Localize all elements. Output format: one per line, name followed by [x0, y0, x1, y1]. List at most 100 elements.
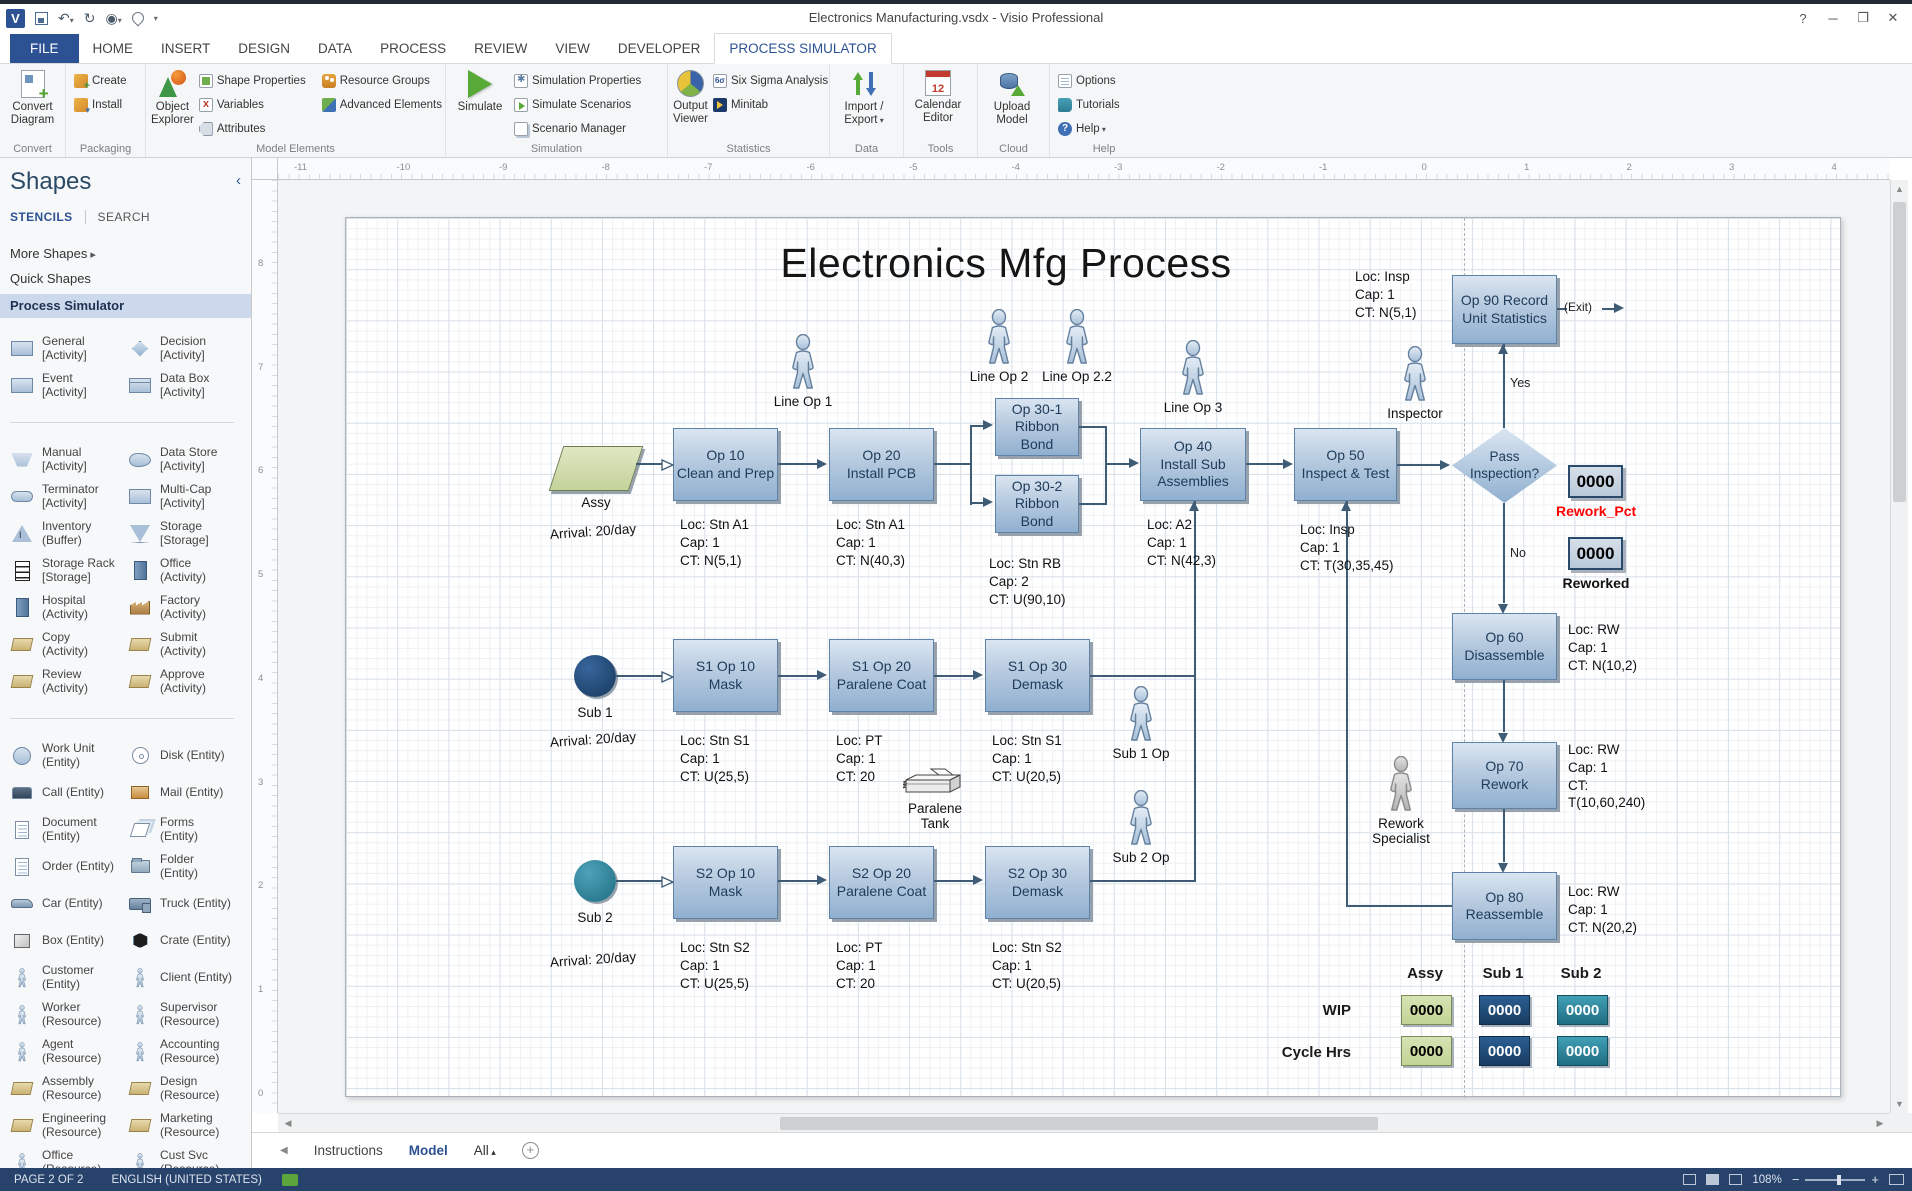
- calendar-editor-button[interactable]: 12 Calendar Editor: [909, 68, 967, 125]
- process-box-op40[interactable]: Op 40 Install Sub Assemblies: [1140, 428, 1246, 501]
- vertical-scrollbar[interactable]: ▲ ▼: [1890, 180, 1908, 1113]
- scroll-left-icon[interactable]: ◀: [282, 1118, 294, 1129]
- shape-properties-button[interactable]: Shape Properties: [196, 72, 309, 90]
- process-box-op50[interactable]: Op 50 Inspect & Test: [1294, 428, 1397, 501]
- process-box-op90[interactable]: Op 90 Record Unit Statistics: [1452, 275, 1557, 344]
- process-box-op70[interactable]: Op 70 Rework: [1452, 742, 1557, 809]
- stencil-item-multi-cap[interactable]: Multi-Cap [Activity]: [126, 478, 244, 515]
- table-counter[interactable]: 0000: [1557, 1036, 1608, 1066]
- person-line-op3[interactable]: [1172, 340, 1214, 397]
- stencil-item-marketing[interactable]: Marketing (Resource): [126, 1107, 244, 1144]
- page-tab-model[interactable]: Model: [409, 1143, 448, 1158]
- ribbon-tab-review[interactable]: REVIEW: [460, 34, 541, 63]
- stencil-item-inventory[interactable]: IInventory (Buffer): [8, 515, 126, 552]
- tab-stencils[interactable]: STENCILS: [10, 210, 73, 224]
- entity-sub2-shape[interactable]: [574, 860, 616, 902]
- label-exit[interactable]: (Exit): [1564, 300, 1592, 314]
- stencil-item-engineering[interactable]: Engineering (Resource): [8, 1107, 126, 1144]
- resource-groups-button[interactable]: Resource Groups: [319, 72, 445, 90]
- process-box-s1op20[interactable]: S1 Op 20 Paralene Coat: [829, 639, 934, 712]
- stencil-item-office[interactable]: Office (Resource): [8, 1144, 126, 1168]
- table-counter[interactable]: 0000: [1557, 995, 1608, 1025]
- zoom-level[interactable]: 108%: [1752, 1174, 1781, 1186]
- stencil-item-decision[interactable]: Decision [Activity]: [126, 330, 244, 367]
- simulate-scenarios-button[interactable]: Simulate Scenarios: [511, 96, 644, 114]
- stencil-item-manual[interactable]: Manual [Activity]: [8, 441, 126, 478]
- person-inspector[interactable]: [1394, 346, 1436, 403]
- ribbon-tab-data[interactable]: DATA: [304, 34, 366, 63]
- ribbon-tab-process-simulator[interactable]: PROCESS SIMULATOR: [714, 33, 891, 64]
- note-op80[interactable]: Loc: RW Cap: 1 CT: N(20,2): [1568, 883, 1637, 936]
- process-box-op301[interactable]: Op 30-1 Ribbon Bond: [995, 398, 1079, 456]
- proofing-icon[interactable]: [282, 1174, 298, 1186]
- person-line-op2[interactable]: [978, 309, 1020, 366]
- person-line-op22[interactable]: [1056, 309, 1098, 366]
- stencil-item-work-unit[interactable]: Work Unit (Entity): [8, 737, 126, 774]
- scroll-right-icon[interactable]: ▶: [1874, 1118, 1886, 1129]
- stencil-item-crate-entity-[interactable]: Crate (Entity): [126, 922, 244, 959]
- note-op60[interactable]: Loc: RW Cap: 1 CT: N(10,2): [1568, 621, 1637, 674]
- six-sigma-analysis-button[interactable]: 6σSix Sigma Analysis: [710, 72, 831, 90]
- stencil-item-hospital[interactable]: Hospital (Activity): [8, 589, 126, 626]
- scenario-manager-button[interactable]: Scenario Manager: [511, 120, 644, 138]
- stencil-item-folder[interactable]: Folder (Entity): [126, 848, 244, 885]
- label-assy[interactable]: Assy: [553, 495, 639, 510]
- simulate-button[interactable]: Simulate: [451, 68, 509, 114]
- branch-yes[interactable]: Yes: [1510, 376, 1530, 390]
- ribbon-tab-file[interactable]: FILE: [10, 34, 79, 63]
- process-box-s1op30[interactable]: S1 Op 30 Demask: [985, 639, 1090, 712]
- table-counter[interactable]: 0000: [1479, 1036, 1530, 1066]
- help-window-button[interactable]: ?: [1788, 4, 1818, 32]
- label-sub2[interactable]: Sub 2: [552, 910, 638, 925]
- note-inspector[interactable]: Loc: Insp Cap: 1 CT: N(5,1): [1355, 268, 1417, 321]
- process-box-op80[interactable]: Op 80 Reassemble: [1452, 872, 1557, 940]
- stencil-item-customer[interactable]: Customer (Entity): [8, 959, 126, 996]
- convert-diagram-button[interactable]: Convert Diagram: [5, 68, 60, 127]
- note-op30[interactable]: Loc: Stn RB Cap: 2 CT: U(90,10): [989, 555, 1066, 608]
- vertical-scroll-thumb[interactable]: [1893, 202, 1906, 502]
- ribbon-tab-design[interactable]: DESIGN: [224, 34, 304, 63]
- stencil-item-client-entity-[interactable]: Client (Entity): [126, 959, 244, 996]
- note-op40[interactable]: Loc: A2 Cap: 1 CT: N(42,3): [1147, 516, 1216, 569]
- stencil-item-data-box[interactable]: Data Box [Activity]: [126, 367, 244, 404]
- arrival-sub2[interactable]: Arrival: 20/day: [528, 947, 659, 971]
- zoom-slider-handle[interactable]: [1837, 1175, 1841, 1185]
- person-line-op1[interactable]: [782, 334, 824, 391]
- page-tab-instructions[interactable]: Instructions: [314, 1143, 383, 1158]
- note-s2op10[interactable]: Loc: Stn S2 Cap: 1 CT: U(25,5): [680, 939, 750, 992]
- entity-assy-shape[interactable]: [549, 446, 644, 491]
- person-sub2op[interactable]: [1120, 790, 1162, 847]
- scroll-up-icon[interactable]: ▲: [1891, 184, 1908, 194]
- zoom-in-icon[interactable]: +: [1871, 1172, 1879, 1187]
- note-op10[interactable]: Loc: Stn A1 Cap: 1 CT: N(5,1): [680, 516, 749, 569]
- stencil-item-design[interactable]: Design (Resource): [126, 1070, 244, 1107]
- language-indicator[interactable]: ENGLISH (UNITED STATES): [97, 1174, 275, 1186]
- process-box-op20[interactable]: Op 20 Install PCB: [829, 428, 934, 501]
- note-s2op20[interactable]: Loc: PT Cap: 1 CT: 20: [836, 939, 883, 992]
- ribbon-tab-process[interactable]: PROCESS: [366, 34, 460, 63]
- fit-page-icon[interactable]: [1889, 1174, 1904, 1185]
- page-tab-all-dropdown[interactable]: All: [474, 1143, 496, 1158]
- import-export-button[interactable]: Import / Export: [835, 68, 893, 127]
- stencil-item-submit[interactable]: Submit (Activity): [126, 626, 244, 663]
- stencil-item-storage-rack[interactable]: Storage Rack [Storage]: [8, 552, 126, 589]
- page-nav-icon[interactable]: ◀: [280, 1145, 288, 1156]
- stencil-item-storage[interactable]: Storage [Storage]: [126, 515, 244, 552]
- add-page-button[interactable]: +: [522, 1142, 539, 1159]
- ribbon-tab-insert[interactable]: INSERT: [147, 34, 224, 63]
- upload-model-button[interactable]: Upload Model: [983, 68, 1041, 127]
- stencil-item-car-entity-[interactable]: Car (Entity): [8, 885, 126, 922]
- fullscreen-icon[interactable]: [1729, 1174, 1742, 1185]
- note-s1op30[interactable]: Loc: Stn S1 Cap: 1 CT: U(20,5): [992, 732, 1062, 785]
- minitab-button[interactable]: Minitab: [710, 96, 831, 114]
- arrival-sub1[interactable]: Arrival: 20/day: [528, 727, 659, 751]
- stencil-item-box-entity-[interactable]: Box (Entity): [8, 922, 126, 959]
- note-op70[interactable]: Loc: RW Cap: 1 CT: T(10,60,240): [1568, 741, 1645, 812]
- page-indicator[interactable]: PAGE 2 OF 2: [0, 1174, 97, 1186]
- stencil-item-assembly[interactable]: Assembly (Resource): [8, 1070, 126, 1107]
- tutorials-button[interactable]: Tutorials: [1055, 96, 1123, 114]
- person-sub1op[interactable]: [1120, 686, 1162, 743]
- stencil-item-office[interactable]: Office (Activity): [126, 552, 244, 589]
- minimize-button[interactable]: ─: [1818, 4, 1848, 32]
- drawing-page[interactable]: Electronics Mfg ProcessOp 10 Clean and P…: [345, 217, 1841, 1097]
